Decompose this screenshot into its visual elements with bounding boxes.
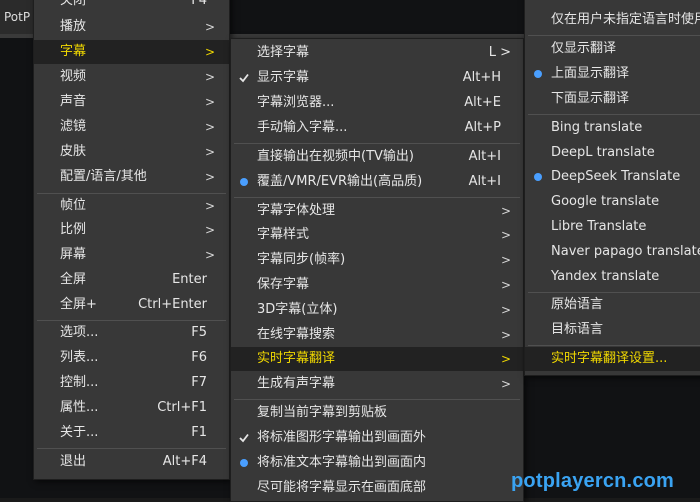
chevron-right-icon: > — [204, 199, 215, 213]
chevron-right-icon: > — [500, 328, 511, 342]
menu-item-google[interactable]: Google translate — [525, 190, 700, 214]
separator — [234, 399, 520, 400]
menu-item-deepl[interactable]: DeepL translate — [525, 141, 700, 165]
menu-item-yandex[interactable]: Yandex translate — [525, 265, 700, 289]
radio-dot-icon — [534, 173, 542, 181]
menu-item-exit[interactable]: 退出 Alt+F4 — [34, 450, 229, 474]
menu-item-config-language[interactable]: 配置/语言/其他 > — [34, 165, 229, 189]
separator — [528, 345, 700, 346]
chevron-right-icon: > — [204, 248, 215, 262]
menu-item-3d-subtitle[interactable]: 3D字幕(立体) > — [231, 298, 523, 322]
menu-item-translation-below[interactable]: 下面显示翻译 — [525, 87, 700, 111]
chevron-right-icon: > — [500, 352, 511, 366]
menu-item-copy-subtitle[interactable]: 复制当前字幕到剪贴板 — [231, 401, 523, 425]
chevron-right-icon: > — [204, 120, 215, 134]
separator — [234, 197, 520, 198]
menu-item-bing[interactable]: Bing translate — [525, 116, 700, 140]
check-icon — [239, 73, 249, 83]
menu-item-show-subtitles[interactable]: 显示字幕 Alt+H — [231, 66, 523, 90]
menu-item-fullscreen-plus[interactable]: 全屏+ Ctrl+Enter — [34, 293, 229, 317]
menu-item-about[interactable]: 关于... F1 — [34, 421, 229, 445]
menu-item-only-translation[interactable]: 仅显示翻译 — [525, 37, 700, 61]
chevron-right-icon: > — [204, 20, 215, 34]
menu-item-manual-subtitle[interactable]: 手动输入字幕... Alt+P — [231, 116, 523, 140]
menu-item-video[interactable]: 视频 > — [34, 65, 229, 89]
menu-item-only-unspecified-language[interactable]: 仅在用户未指定语言时使用 — [525, 8, 700, 32]
radio-dot-icon — [240, 459, 248, 467]
menu-item-audio[interactable]: 声音 > — [34, 90, 229, 114]
chevron-right-icon: > — [204, 45, 215, 59]
menu-item-save-subtitle[interactable]: 保存字幕 > — [231, 273, 523, 297]
chevron-right-icon: > — [204, 70, 215, 84]
menu-item-close[interactable]: 关闭 F4 — [34, 0, 229, 13]
chevron-right-icon: > — [500, 228, 511, 242]
menu-item-online-search[interactable]: 在线字幕搜索 > — [231, 323, 523, 347]
menu-item-fullscreen[interactable]: 全屏 Enter — [34, 268, 229, 292]
menu-item-target-language[interactable]: 目标语言 — [525, 318, 700, 342]
chevron-right-icon: > — [204, 170, 215, 184]
menu-item-libre[interactable]: Libre Translate — [525, 215, 700, 239]
chevron-right-icon: > — [500, 278, 511, 292]
menu-item-subtitle-bottom[interactable]: 尽可能将字幕显示在画面底部 — [231, 476, 523, 500]
menu-item-translate-settings[interactable]: 实时字幕翻译设置... — [525, 347, 700, 371]
menu-item-realtime-translate[interactable]: 实时字幕翻译 > — [231, 347, 523, 371]
chevron-right-icon: > — [500, 253, 511, 267]
menu-item-text-subtitle-inside[interactable]: 将标准文本字幕输出到画面内 — [231, 451, 523, 475]
radio-dot-icon — [240, 178, 248, 186]
check-icon — [239, 433, 249, 443]
menu-item-overlay-output[interactable]: 覆盖/VMR/EVR输出(高品质) Alt+I — [231, 170, 523, 194]
menu-item-subtitle-browser[interactable]: 字幕浏览器... Alt+E — [231, 91, 523, 115]
menu-item-filters[interactable]: 滤镜 > — [34, 115, 229, 139]
separator — [37, 448, 226, 449]
radio-dot-icon — [534, 70, 542, 78]
menu-item-subtitle-font[interactable]: 字幕字体处理 > — [231, 199, 523, 223]
subtitle-submenu: 选择字幕 L > 显示字幕 Alt+H 字幕浏览器... Alt+E 手动输入字… — [230, 38, 524, 502]
menu-item-graphic-subtitle-outside[interactable]: 将标准图形字幕输出到画面外 — [231, 426, 523, 450]
menu-item-naver[interactable]: Naver papago translate( — [525, 240, 700, 264]
menu-item-tv-output[interactable]: 直接输出在视频中(TV输出) Alt+I — [231, 145, 523, 169]
menu-item-skins[interactable]: 皮肤 > — [34, 140, 229, 164]
separator — [528, 35, 700, 36]
menu-item-deepseek[interactable]: DeepSeek Translate — [525, 165, 700, 189]
separator — [234, 143, 520, 144]
chevron-right-icon: > — [204, 95, 215, 109]
chevron-right-icon: > — [500, 204, 511, 218]
menu-item-generate-audio-subtitle[interactable]: 生成有声字幕 > — [231, 372, 523, 396]
menu-item-subtitle-style[interactable]: 字幕样式 > — [231, 223, 523, 247]
chevron-right-icon: > — [500, 303, 511, 317]
main-context-menu: 关闭 F4 播放 > 字幕 > 视频 > 声音 > 滤镜 > 皮肤 > 配置/语… — [33, 0, 230, 480]
chevron-right-icon: > — [500, 377, 511, 391]
separator — [528, 114, 700, 115]
chevron-right-icon: > — [204, 145, 215, 159]
menu-item-aspect-ratio[interactable]: 比例 > — [34, 218, 229, 242]
menu-item-translation-above[interactable]: 上面显示翻译 — [525, 62, 700, 86]
translate-submenu: 仅在用户未指定语言时使用 仅显示翻译 上面显示翻译 下面显示翻译 Bing tr… — [524, 0, 700, 376]
menu-item-subtitles[interactable]: 字幕 > — [34, 40, 229, 64]
menu-item-options[interactable]: 选项... F5 — [34, 321, 229, 345]
menu-item-subtitle-sync[interactable]: 字幕同步(帧率) > — [231, 248, 523, 272]
menu-item-frame[interactable]: 帧位 > — [34, 194, 229, 218]
menu-item-control[interactable]: 控制... F7 — [34, 371, 229, 395]
menu-item-select-subtitle[interactable]: 选择字幕 L > — [231, 41, 523, 65]
menu-item-properties[interactable]: 属性... Ctrl+F1 — [34, 396, 229, 420]
chevron-right-icon: > — [204, 223, 215, 237]
menu-item-playlist[interactable]: 列表... F6 — [34, 346, 229, 370]
menu-item-source-language[interactable]: 原始语言 — [525, 293, 700, 317]
menu-item-play[interactable]: 播放 > — [34, 15, 229, 39]
menu-item-screen[interactable]: 屏幕 > — [34, 243, 229, 267]
watermark: potplayercn.com — [511, 470, 675, 492]
